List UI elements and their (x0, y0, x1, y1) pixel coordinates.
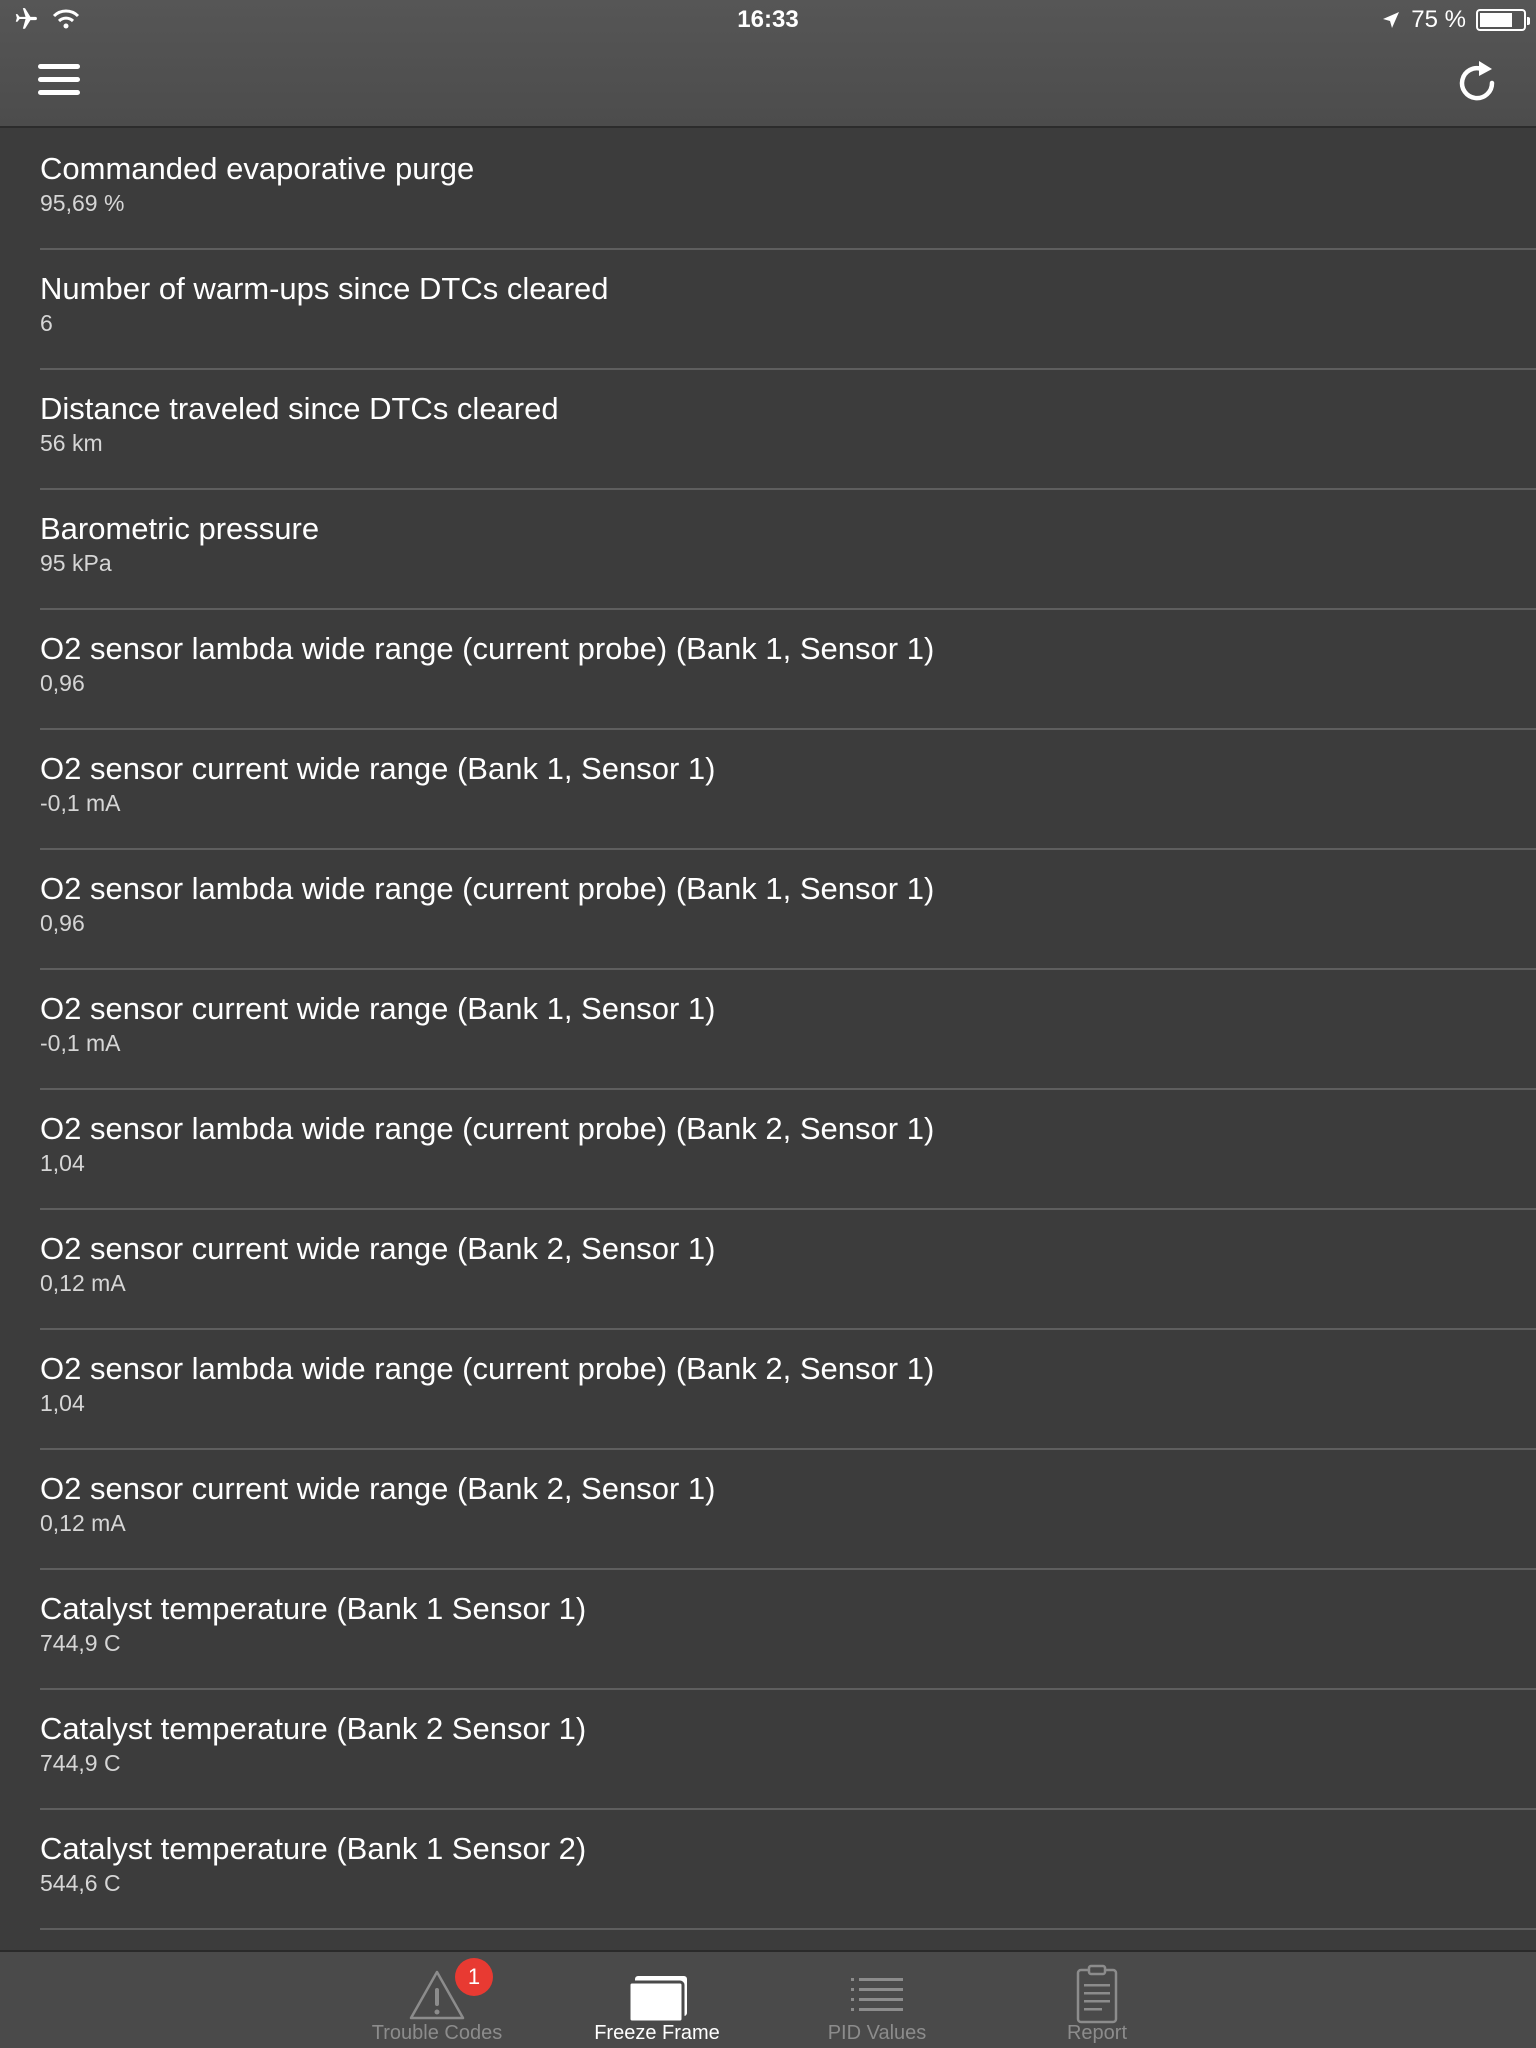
item-value: 0,12 mA (40, 1270, 126, 1296)
item-value: 56 km (40, 430, 103, 456)
tab-label: Freeze Frame (594, 2022, 720, 2044)
location-arrow-icon (1383, 12, 1400, 28)
item-value: 1,04 (40, 1150, 85, 1176)
warning-triangle-icon (327, 1964, 547, 2024)
status-bar: 16:33 75 % (0, 0, 1536, 42)
tab-bar: Trouble Codes 1 Freeze Frame PID Values Repo… (0, 1950, 1536, 2048)
list-item[interactable]: Catalyst temperature (Bank 1 Sensor 2) 54… (0, 1810, 1536, 1930)
top-bar: 16:33 75 % (0, 0, 1536, 128)
item-label: Catalyst temperature (Bank 1 Sensor 2) (40, 1831, 587, 1866)
tab-trouble-codes[interactable]: Trouble Codes 1 (327, 1952, 547, 2048)
item-label: O2 sensor lambda wide range (current pro… (40, 631, 935, 666)
item-value: 95 kPa (40, 550, 112, 576)
list-item[interactable]: O2 sensor lambda wide range (current pro… (0, 1330, 1536, 1450)
status-time: 16:33 (737, 6, 799, 33)
list-item[interactable]: O2 sensor lambda wide range (current pro… (0, 1090, 1536, 1210)
hamburger-menu-icon[interactable] (38, 64, 80, 98)
item-label: O2 sensor current wide range (Bank 2, Se… (40, 1471, 716, 1506)
battery-percent: 75 % (1411, 6, 1466, 33)
battery-fill (1480, 13, 1512, 27)
item-value: 744,9 C (40, 1750, 121, 1776)
item-label: Distance traveled since DTCs cleared (40, 391, 559, 426)
list-item[interactable]: Number of warm-ups since DTCs cleared 6 (0, 250, 1536, 370)
item-value: -0,1 mA (40, 1030, 121, 1056)
item-label: O2 sensor current wide range (Bank 1, Se… (40, 751, 716, 786)
tab-label: Report (1066, 2022, 1128, 2044)
list-item[interactable]: O2 sensor current wide range (Bank 2, Se… (0, 1210, 1536, 1330)
item-value: 95,69 % (40, 190, 125, 216)
item-value: 744,9 C (40, 1630, 121, 1656)
item-value: 0,12 mA (40, 1510, 126, 1536)
item-label: O2 sensor current wide range (Bank 1, Se… (40, 991, 716, 1026)
item-label: O2 sensor lambda wide range (current pro… (40, 1111, 935, 1146)
badge-count: 1 (455, 1958, 493, 1996)
battery-icon (1476, 9, 1530, 31)
clipboard-icon (987, 1964, 1207, 2024)
item-label: O2 sensor current wide range (Bank 2, Se… (40, 1231, 716, 1266)
item-value: 0,96 (40, 670, 85, 696)
list-item[interactable]: Barometric pressure 95 kPa (0, 490, 1536, 610)
list-icon (767, 1964, 987, 2024)
list-item[interactable]: O2 sensor current wide range (Bank 1, Se… (0, 970, 1536, 1090)
tab-label: PID Values (827, 2022, 927, 2044)
item-label: O2 sensor lambda wide range (current pro… (40, 1351, 935, 1386)
list-item[interactable]: Catalyst temperature (Bank 1 Sensor 1) 74… (0, 1570, 1536, 1690)
item-label: Number of warm-ups since DTCs cleared (40, 271, 609, 306)
list-item[interactable]: O2 sensor lambda wide range (current pro… (0, 610, 1536, 730)
item-value: -0,1 mA (40, 790, 121, 816)
item-value: 6 (40, 310, 53, 336)
tab-pid-values[interactable]: PID Values (767, 1952, 987, 2048)
item-label: Catalyst temperature (Bank 2 Sensor 1) (40, 1711, 587, 1746)
item-value: 544,6 C (40, 1870, 121, 1896)
item-label: O2 sensor lambda wide range (current pro… (40, 871, 935, 906)
list-item[interactable]: O2 sensor current wide range (Bank 1, Se… (0, 730, 1536, 850)
refresh-icon[interactable] (1452, 58, 1502, 108)
row-separator (40, 1928, 1536, 1930)
list-item[interactable]: Distance traveled since DTCs cleared 56 k… (0, 370, 1536, 490)
list-item[interactable]: Commanded evaporative purge 95,69 % (0, 130, 1536, 250)
app-root: 16:33 75 % Commanded evaporative purge 95… (0, 0, 1536, 2048)
freeze-frame-icon (547, 1964, 767, 2024)
freeze-frame-list: Commanded evaporative purge 95,69 % Number… (0, 130, 1536, 1930)
tab-report[interactable]: Report (987, 1952, 1207, 2048)
list-item[interactable]: O2 sensor lambda wide range (current pro… (0, 850, 1536, 970)
item-value: 0,96 (40, 910, 85, 936)
tab-freeze-frame[interactable]: Freeze Frame (547, 1952, 767, 2048)
list-item[interactable]: O2 sensor current wide range (Bank 2, Se… (0, 1450, 1536, 1570)
tab-label: Trouble Codes (371, 2022, 503, 2044)
status-right: 75 % (1381, 6, 1530, 34)
item-label: Catalyst temperature (Bank 1 Sensor 1) (40, 1591, 587, 1626)
item-label: Barometric pressure (40, 511, 320, 546)
list-item[interactable]: Catalyst temperature (Bank 2 Sensor 1) 74… (0, 1690, 1536, 1810)
item-value: 1,04 (40, 1390, 85, 1416)
item-label: Commanded evaporative purge (40, 151, 475, 186)
